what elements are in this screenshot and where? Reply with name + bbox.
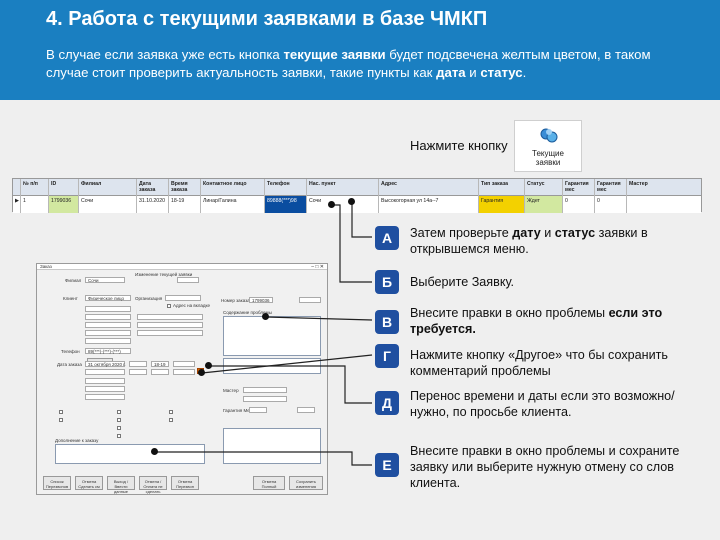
marker-dot bbox=[198, 369, 205, 376]
step-g-text: Нажмите кнопку «Другое» что бы сохранить… bbox=[410, 348, 668, 378]
step-a-text: Затем проверьте дату и статус заявки в о… bbox=[410, 226, 648, 256]
step-badge-a: А bbox=[375, 226, 399, 250]
marker-dot bbox=[328, 201, 335, 208]
marker-dot bbox=[205, 362, 212, 369]
step-badge-v: В bbox=[375, 310, 399, 334]
step-d-text: Перенос времени и даты если это возможно… bbox=[410, 389, 675, 419]
step-badge-g: Г bbox=[375, 344, 399, 368]
marker-dot bbox=[348, 198, 355, 205]
step-e-text: Внесите правки в окно проблемы и сохрани… bbox=[410, 444, 680, 490]
marker-dot bbox=[151, 448, 158, 455]
step-badge-b: Б bbox=[375, 270, 399, 294]
step-badge-d: Д bbox=[375, 391, 399, 415]
marker-dot bbox=[262, 313, 269, 320]
step-v-text: Внесите правки в окно проблемы если это … bbox=[410, 306, 663, 336]
step-badge-e: Е bbox=[375, 453, 399, 477]
step-b-text: Выберите Заявку. bbox=[410, 275, 515, 289]
